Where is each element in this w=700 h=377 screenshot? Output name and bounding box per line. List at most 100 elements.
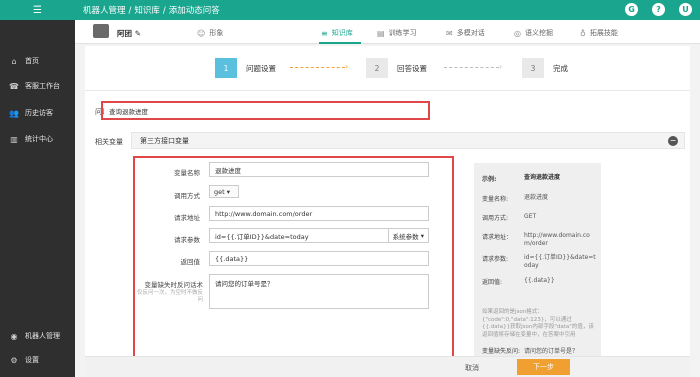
example-return-value: {{.data}} <box>524 277 555 284</box>
gear-icon: ⚙ <box>10 355 18 365</box>
tab-label: 语义挖掘 <box>524 29 553 37</box>
step-3-number: 3 <box>522 58 544 78</box>
users-icon: 👥 <box>9 108 19 118</box>
tab-active-indicator <box>319 42 361 44</box>
sidebar-item-label: 历史访客 <box>25 109 53 117</box>
topbar: 机器人管理 / 知识库 / 添加动态问答 G ? U <box>75 0 700 20</box>
help-icon[interactable]: ? <box>652 3 665 16</box>
return-input[interactable]: {{.data}} <box>209 251 429 266</box>
method-label: 调用方式 <box>174 192 200 200</box>
step-bar: 1 问题设置 › 2 回答设置 › 3 完成 <box>85 46 690 91</box>
variables-label: 相关变量 <box>95 138 123 146</box>
step-2-number: 2 <box>366 58 388 78</box>
face-icon: ☺ <box>197 28 206 38</box>
method-value: get <box>214 187 225 196</box>
sidebar-item-label: 统计中心 <box>25 135 53 143</box>
example-name-label: 变量名称: <box>482 196 509 203</box>
sidebar-item-support[interactable]: ☎ 客服工作台 <box>0 76 75 96</box>
bulb-icon: ♁ <box>580 28 586 38</box>
example-note: 如果返回的是json格式：{"code":0,"data":123}，可以通过{… <box>482 309 594 338</box>
step-3-label: 完成 <box>553 64 568 73</box>
tab-skills[interactable]: ♁ 拓展技能 <box>580 28 618 38</box>
arrow-right-icon: › <box>345 62 349 71</box>
method-select[interactable]: get ▾ <box>209 185 239 198</box>
menu-toggle-icon[interactable]: ☰ <box>0 0 75 20</box>
chat-icon: ✉ <box>446 28 453 38</box>
tab-knowledge[interactable]: ≡ 知识库 <box>321 28 353 38</box>
example-url-value: http://www.domain.com/order <box>524 232 590 247</box>
tab-label: 多模对话 <box>456 29 485 37</box>
example-panel: 示例: 查询退款进度 变量名称: 退款进度 调用方式: GET 请求地址： ht… <box>474 163 601 369</box>
sidebar: ☰ ⌂ 首页 ☎ 客服工作台 👥 历史访客 ▥ 统计中心 ◉ 机器人管理 ⚙ 设… <box>0 0 75 377</box>
sidebar-item-home[interactable]: ⌂ 首页 <box>0 51 75 71</box>
tab-training[interactable]: ▤ 训练学习 <box>377 28 417 38</box>
example-method-value: GET <box>524 213 537 220</box>
example-title-label: 示例: <box>482 176 497 183</box>
system-params-button[interactable]: 系统参数 ▾ <box>387 229 428 242</box>
tab-dialog[interactable]: ✉ 多模对话 <box>446 28 485 38</box>
breadcrumb-knowledge[interactable]: 知识库 <box>134 6 160 16</box>
example-ask-label: 变量缺失反问: <box>482 348 521 355</box>
system-params-label: 系统参数 <box>392 232 419 241</box>
question-input[interactable]: 查询退款进度 <box>104 104 427 117</box>
section-header: 第三方接口变量 − <box>131 132 685 149</box>
footer-bar: 取消 下一步 <box>85 356 690 377</box>
sidebar-item-label: 客服工作台 <box>25 82 60 90</box>
list-icon: ≡ <box>321 28 328 38</box>
sidebar-item-robot[interactable]: ◉ 机器人管理 <box>0 326 75 346</box>
main-panel: 1 问题设置 › 2 回答设置 › 3 完成 问题描述 查询退款进度 相关变量 … <box>85 46 690 377</box>
caret-down-icon: ▾ <box>420 231 424 240</box>
step-connector <box>444 67 499 68</box>
breadcrumb-separator: / <box>128 6 132 16</box>
example-ask-value: 请问您的订单号是？ <box>524 348 579 355</box>
params-label: 请求参数 <box>174 236 200 244</box>
chart-icon: ▥ <box>10 134 18 144</box>
params-value: id={{.订单ID}}&date=today <box>215 232 309 241</box>
user-avatar-icon[interactable]: U <box>679 3 692 16</box>
robot-icon: ◉ <box>10 331 18 341</box>
tab-label: 形象 <box>209 29 224 37</box>
edit-icon[interactable]: ✎ <box>135 29 141 38</box>
example-url-label: 请求地址： <box>482 234 513 241</box>
breadcrumb: 机器人管理 / 知识库 / 添加动态问答 <box>75 4 220 16</box>
var-name-label: 变量名称 <box>174 169 200 177</box>
example-return-label: 返回值: <box>482 279 503 286</box>
step-1-label: 问题设置 <box>246 64 276 73</box>
github-icon[interactable]: G <box>625 3 638 16</box>
breadcrumb-robot-manage[interactable]: 机器人管理 <box>83 6 126 16</box>
sidebar-item-label: 设置 <box>25 356 39 364</box>
support-icon: ☎ <box>9 81 19 91</box>
tab-mining[interactable]: ◎ 语义挖掘 <box>514 28 553 38</box>
tab-label: 拓展技能 <box>589 29 618 37</box>
sidebar-item-visitors[interactable]: 👥 历史访客 <box>0 103 75 123</box>
var-name-input[interactable]: 退款进度 <box>209 162 429 177</box>
example-name-value: 退款进度 <box>524 194 549 201</box>
tab-appearance[interactable]: ☺ 形象 <box>197 28 223 38</box>
ask-label: 变量缺失时反问话术 <box>144 281 204 289</box>
bot-avatar <box>93 24 109 38</box>
bot-tabbar: 阿团 ✎ ☺ 形象 ≡ 知识库 ▤ 训练学习 ✉ 多模对话 ◎ 语义挖掘 ♁ 拓展技能 <box>75 20 700 44</box>
ask-textarea[interactable]: 请问您的订单号是？ <box>209 274 429 309</box>
ask-hint: 仅反问一次，为空时不做反问 <box>137 290 204 303</box>
next-button[interactable]: 下一步 <box>517 359 570 375</box>
example-method-label: 调用方式: <box>482 215 509 222</box>
collapse-icon[interactable]: − <box>668 136 678 146</box>
caret-down-icon: ▾ <box>226 187 231 196</box>
sidebar-item-stats[interactable]: ▥ 统计中心 <box>0 129 75 149</box>
sidebar-item-settings[interactable]: ⚙ 设置 <box>0 350 75 370</box>
breadcrumb-separator: / <box>162 6 166 16</box>
url-input[interactable]: http://www.domain.com/order <box>209 206 429 221</box>
example-title-value: 查询退款进度 <box>524 174 561 181</box>
url-label: 请求地址 <box>174 214 200 222</box>
sidebar-item-label: 首页 <box>25 57 39 65</box>
sidebar-item-label: 机器人管理 <box>25 332 60 340</box>
cancel-button[interactable]: 取消 <box>452 360 492 375</box>
bot-name: 阿团 ✎ <box>117 29 141 38</box>
tab-label: 训练学习 <box>388 29 417 37</box>
step-2-label: 回答设置 <box>397 64 427 73</box>
tab-label: 知识库 <box>331 29 353 37</box>
book-icon: ▤ <box>377 28 385 38</box>
section-title: 第三方接口变量 <box>140 136 189 145</box>
breadcrumb-current: 添加动态问答 <box>168 6 220 16</box>
params-input[interactable]: id={{.订单ID}}&date=today 系统参数 ▾ <box>209 228 429 243</box>
